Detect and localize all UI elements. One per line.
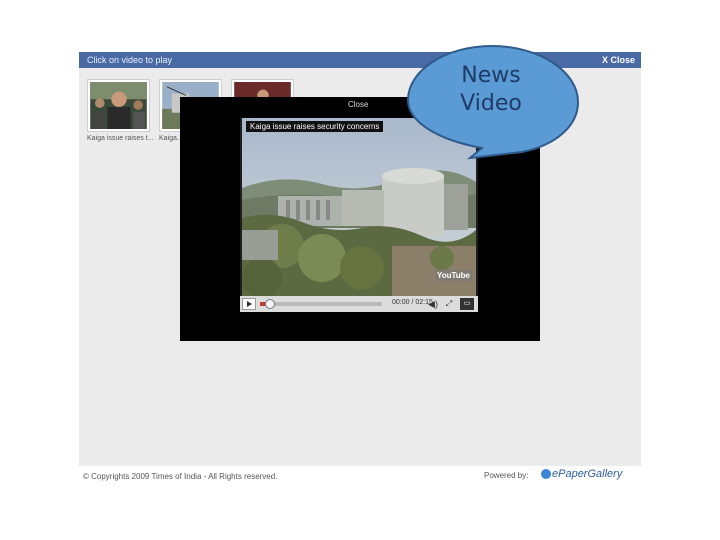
thumbnail-image-1 — [90, 82, 147, 129]
video-screen[interactable]: Kaiga issue raises security concerns You… — [242, 118, 476, 296]
video-player[interactable]: Kaiga issue raises security concerns You… — [240, 118, 478, 312]
epapergallery-logo[interactable]: ePaperGallery — [541, 468, 622, 480]
time-readout: 00:00 / 02:15 — [392, 299, 433, 306]
player-close-button[interactable]: Close — [348, 100, 368, 109]
youtube-watermark: YouTube — [434, 270, 472, 281]
gallery-close-button[interactable]: X Close — [602, 52, 635, 68]
video-caption-text: Kaiga issue raises security concerns — [246, 121, 384, 132]
logo-mark-icon — [541, 469, 551, 480]
fullscreen-icon[interactable]: ▭ — [460, 298, 474, 310]
video-thumbnail-1[interactable] — [87, 79, 150, 132]
copyright-text: © Copyrights 2009 Times of India - All R… — [83, 472, 278, 481]
gallery-header: Click on video to play X Close — [79, 52, 641, 68]
logo-text: ePaperGallery — [552, 468, 623, 480]
callout-text: News Video — [436, 62, 546, 118]
seek-bar[interactable] — [260, 302, 382, 306]
volume-icon[interactable]: ◀) — [428, 298, 438, 310]
expand-icon[interactable]: ⤢ — [444, 298, 454, 310]
seek-handle[interactable] — [264, 299, 275, 309]
powered-by-label: Powered by: — [484, 471, 529, 480]
play-icon[interactable] — [242, 298, 256, 310]
gallery-title: Click on video to play — [87, 55, 173, 65]
player-controls: 00:00 / 02:15 ◀) ⤢ ▭ — [240, 296, 478, 312]
thumbnail-caption-1: Kaiga issue raises t... — [87, 135, 154, 142]
callout-line-2: Video — [460, 91, 522, 116]
callout-line-1: News — [461, 63, 521, 88]
